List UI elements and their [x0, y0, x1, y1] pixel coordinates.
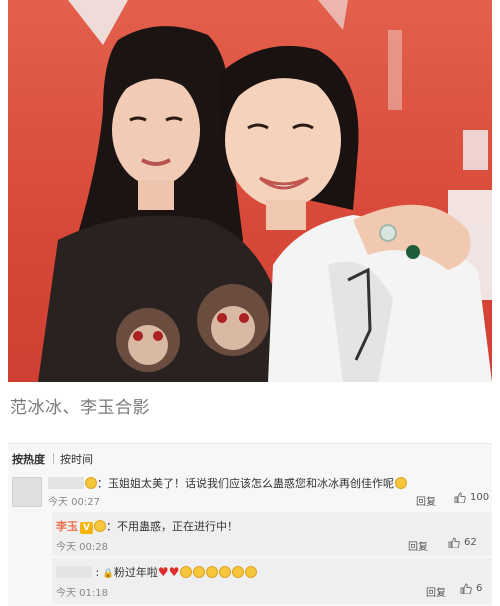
thumbs-up-icon: [460, 583, 472, 594]
username-redacted[interactable]: [48, 477, 84, 489]
like-button[interactable]: 62: [448, 537, 477, 548]
comment-sort-bar: 按热度 按时间: [8, 444, 492, 472]
smile-emoji: [206, 566, 219, 578]
comment-text: ：玉姐姐太美了！话说我们应该怎么蛊惑您和冰冰再创佳作呢: [97, 477, 394, 490]
like-button[interactable]: 100: [454, 492, 489, 503]
reply-body: : 🔒粉过年啦♥♥: [56, 564, 258, 580]
heart-emoji: ♥: [168, 565, 180, 579]
reply-text: 粉过年啦: [113, 566, 158, 579]
smiling-face-emoji: [395, 477, 407, 489]
grin-emoji: [245, 566, 258, 578]
photo-caption: 范冰冰、李玉合影: [10, 398, 150, 418]
verified-badge-icon: V: [80, 522, 93, 534]
comment-panel: 按热度 按时间 ：玉姐姐太美了！话说我们应该怎么蛊惑您和冰冰再创佳作呢 今天 0…: [8, 443, 492, 606]
comment-timestamp: 今天 00:27: [48, 497, 100, 508]
member-icon: [94, 520, 106, 532]
reply-button[interactable]: 回复: [408, 538, 428, 553]
avatar[interactable]: [12, 477, 42, 507]
sort-by-hot-tab[interactable]: 按热度: [12, 451, 45, 467]
like-button[interactable]: 6: [460, 583, 482, 594]
like-count: 62: [464, 537, 477, 548]
reply-username[interactable]: 李玉: [56, 520, 78, 533]
lock-icon: 🔒: [102, 569, 114, 579]
username-redacted[interactable]: [56, 566, 92, 578]
press-photo: [8, 0, 492, 382]
comment-body: ：玉姐姐太美了！话说我们应该怎么蛊惑您和冰冰再创佳作呢: [48, 475, 407, 491]
like-count: 6: [476, 583, 483, 594]
smile-emoji: [193, 566, 206, 578]
photo-illustration: [38, 0, 492, 382]
smile-emoji: [180, 566, 193, 578]
reply-body: 李玉 V ：不用蛊惑，正在进行中！: [56, 518, 238, 534]
grin-emoji: [232, 566, 245, 578]
smiling-face-emoji: [85, 477, 97, 489]
thumbs-up-icon: [448, 537, 460, 548]
reply-timestamp: 今天 01:18: [56, 588, 108, 599]
reply-text: ：不用蛊惑，正在进行中！: [106, 520, 238, 533]
heart-emoji: ♥: [157, 565, 169, 579]
reply-button[interactable]: 回复: [416, 493, 436, 508]
sort-divider: [53, 453, 54, 464]
like-count: 100: [470, 492, 490, 503]
thumbs-up-icon: [454, 492, 466, 503]
reply-button[interactable]: 回复: [426, 584, 446, 599]
reply-timestamp: 今天 00:28: [56, 542, 108, 553]
sort-by-time-tab[interactable]: 按时间: [60, 451, 93, 467]
grin-emoji: [219, 566, 232, 578]
